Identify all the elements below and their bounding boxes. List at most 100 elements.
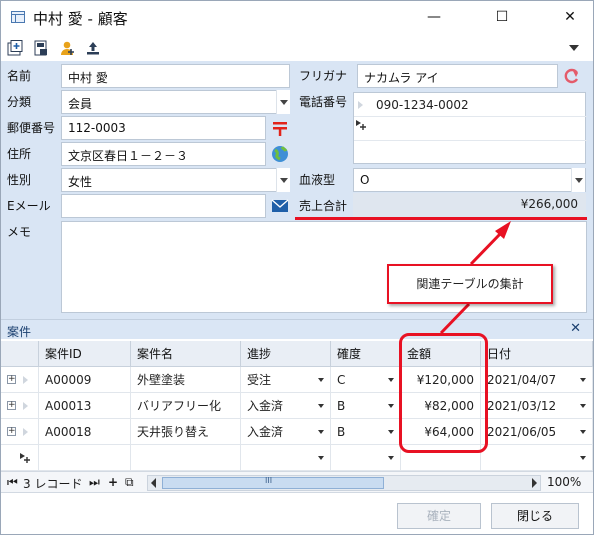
- copy-record-icon[interactable]: ⧉: [125, 475, 134, 490]
- globe-map-icon[interactable]: [269, 142, 291, 166]
- new-row-icon: [356, 120, 366, 130]
- date-cell[interactable]: 2021/04/07: [481, 367, 593, 393]
- toolbar-menu-chevron-icon[interactable]: [569, 45, 579, 51]
- new-table-row[interactable]: [1, 445, 593, 471]
- refresh-icon[interactable]: [561, 64, 583, 88]
- record-navigator: ⏮ 3 レコード ⏭ + ⧉ III 100%: [1, 471, 593, 493]
- phone-label: 電話番号: [299, 95, 348, 109]
- date-cell[interactable]: 2021/03/12: [481, 393, 593, 419]
- add-record-icon[interactable]: +: [108, 475, 118, 489]
- row-marker-icon: [23, 402, 28, 410]
- mail-icon[interactable]: [269, 194, 291, 218]
- maximize-button[interactable]: ☐: [479, 1, 525, 34]
- phone-value[interactable]: 090-1234-0002: [376, 98, 469, 112]
- confirm-button[interactable]: 確定: [397, 503, 481, 529]
- export-icon[interactable]: [85, 40, 101, 56]
- deal-name-cell[interactable]: 外壁塗装: [131, 367, 241, 393]
- row-expander-cell: +: [1, 419, 39, 445]
- phone-row[interactable]: 090-1234-0002: [354, 93, 587, 117]
- header-expander-cell: [1, 341, 39, 367]
- blood-type-chevron-down-icon[interactable]: [571, 168, 585, 192]
- record-count: 3 レコード: [23, 477, 83, 491]
- column-header[interactable]: 案件ID: [39, 341, 131, 367]
- close-dialog-button[interactable]: 閉じる: [491, 503, 579, 529]
- confidence-cell[interactable]: [331, 445, 401, 471]
- column-header[interactable]: 確度: [331, 341, 401, 367]
- status-cell[interactable]: 入金済: [241, 393, 331, 419]
- deal-id-cell[interactable]: A00018: [39, 419, 131, 445]
- scroll-left-icon[interactable]: [151, 478, 156, 488]
- status-cell[interactable]: [241, 445, 331, 471]
- category-label: 分類: [7, 95, 32, 109]
- row-expander-cell: [1, 445, 39, 471]
- minimize-button[interactable]: —: [411, 1, 457, 34]
- deal-id-cell[interactable]: A00009: [39, 367, 131, 393]
- window-title: 中村 愛 - 顧客: [33, 10, 128, 28]
- phone-list: 090-1234-0002: [353, 92, 587, 164]
- category-chevron-down-icon[interactable]: [276, 90, 290, 114]
- close-button[interactable]: ✕: [547, 1, 593, 34]
- zip-field[interactable]: 112-0003: [61, 116, 266, 140]
- table-row[interactable]: + A00013 バリアフリー化 入金済 B ¥82,000 2021/03/1…: [1, 393, 593, 419]
- deal-id-cell[interactable]: [39, 445, 131, 471]
- toolbar: [1, 37, 593, 59]
- table-row[interactable]: + A00009 外壁塗装 受注 C ¥120,000 2021/04/07: [1, 367, 593, 393]
- address-label: 住所: [7, 147, 32, 161]
- name-field[interactable]: 中村 愛: [61, 64, 290, 88]
- new-row-icon: [20, 453, 30, 463]
- sales-total-label: 売上合計: [299, 199, 348, 213]
- scroll-thumb[interactable]: III: [162, 476, 384, 489]
- scroll-grip-icon: III: [265, 476, 273, 485]
- confidence-cell[interactable]: C: [331, 367, 401, 393]
- row-expander-cell: +: [1, 367, 39, 393]
- table-icon: [11, 11, 25, 23]
- phone-new-row[interactable]: [354, 117, 587, 141]
- annotation-callout: 関連テーブルの集計: [387, 264, 553, 304]
- status-cell[interactable]: 受注: [241, 367, 331, 393]
- subtable-header: 案件 ✕: [1, 319, 593, 339]
- date-cell[interactable]: [481, 445, 593, 471]
- status-cell[interactable]: 入金済: [241, 419, 331, 445]
- zip-label: 郵便番号: [7, 121, 56, 135]
- last-record-icon[interactable]: ⏭: [89, 475, 100, 490]
- table-row[interactable]: + A00018 天井張り替え 入金済 B ¥64,000 2021/06/05: [1, 419, 593, 445]
- gender-select[interactable]: 女性: [61, 168, 290, 192]
- date-cell[interactable]: 2021/06/05: [481, 419, 593, 445]
- kana-field[interactable]: ナカムラ アイ: [357, 64, 558, 88]
- expand-plus-icon[interactable]: +: [7, 427, 16, 436]
- confidence-cell[interactable]: B: [331, 393, 401, 419]
- deal-id-cell[interactable]: A00013: [39, 393, 131, 419]
- email-field[interactable]: [61, 194, 266, 218]
- new-record-icon[interactable]: [7, 40, 23, 56]
- column-header[interactable]: 日付: [481, 341, 593, 367]
- deal-name-cell[interactable]: 天井張り替え: [131, 419, 241, 445]
- expand-plus-icon[interactable]: +: [7, 375, 16, 384]
- zoom-level[interactable]: 100%: [547, 475, 581, 489]
- address-field[interactable]: 文京区春日１－２－３: [61, 142, 266, 166]
- scroll-right-icon[interactable]: [532, 478, 537, 488]
- deal-name-cell[interactable]: [131, 445, 241, 471]
- expand-plus-icon[interactable]: +: [7, 401, 16, 410]
- postal-mark-icon[interactable]: [269, 116, 291, 140]
- blood-type-select[interactable]: O: [353, 168, 586, 192]
- row-marker-icon: [23, 428, 28, 436]
- sales-total-value: ¥266,000: [353, 193, 586, 217]
- subtable-close-icon[interactable]: ✕: [570, 321, 581, 336]
- user-icon[interactable]: [59, 40, 75, 56]
- horizontal-scrollbar[interactable]: III: [147, 475, 541, 491]
- save-record-icon[interactable]: [33, 40, 49, 56]
- deals-grid: 案件ID 案件名 進捗 確度 金額 日付 + A00009 外壁塗装 受注 C …: [1, 341, 593, 471]
- column-header[interactable]: 進捗: [241, 341, 331, 367]
- first-record-icon[interactable]: ⏮: [7, 475, 18, 490]
- category-select[interactable]: 会員: [61, 90, 290, 114]
- deal-name-cell[interactable]: バリアフリー化: [131, 393, 241, 419]
- title-bar: 中村 愛 - 顧客 — ☐ ✕: [1, 1, 593, 34]
- confidence-cell[interactable]: B: [331, 419, 401, 445]
- grid-header: 案件ID 案件名 進捗 確度 金額 日付: [1, 341, 593, 367]
- gender-chevron-down-icon[interactable]: [276, 168, 290, 192]
- customer-window: 中村 愛 - 顧客 — ☐ ✕ 名前 中村 愛 フリガナ ナカムラ アイ 分類 …: [0, 0, 594, 535]
- blood-type-label: 血液型: [299, 173, 336, 187]
- name-label: 名前: [7, 69, 32, 83]
- row-marker-icon: [23, 376, 28, 384]
- column-header[interactable]: 案件名: [131, 341, 241, 367]
